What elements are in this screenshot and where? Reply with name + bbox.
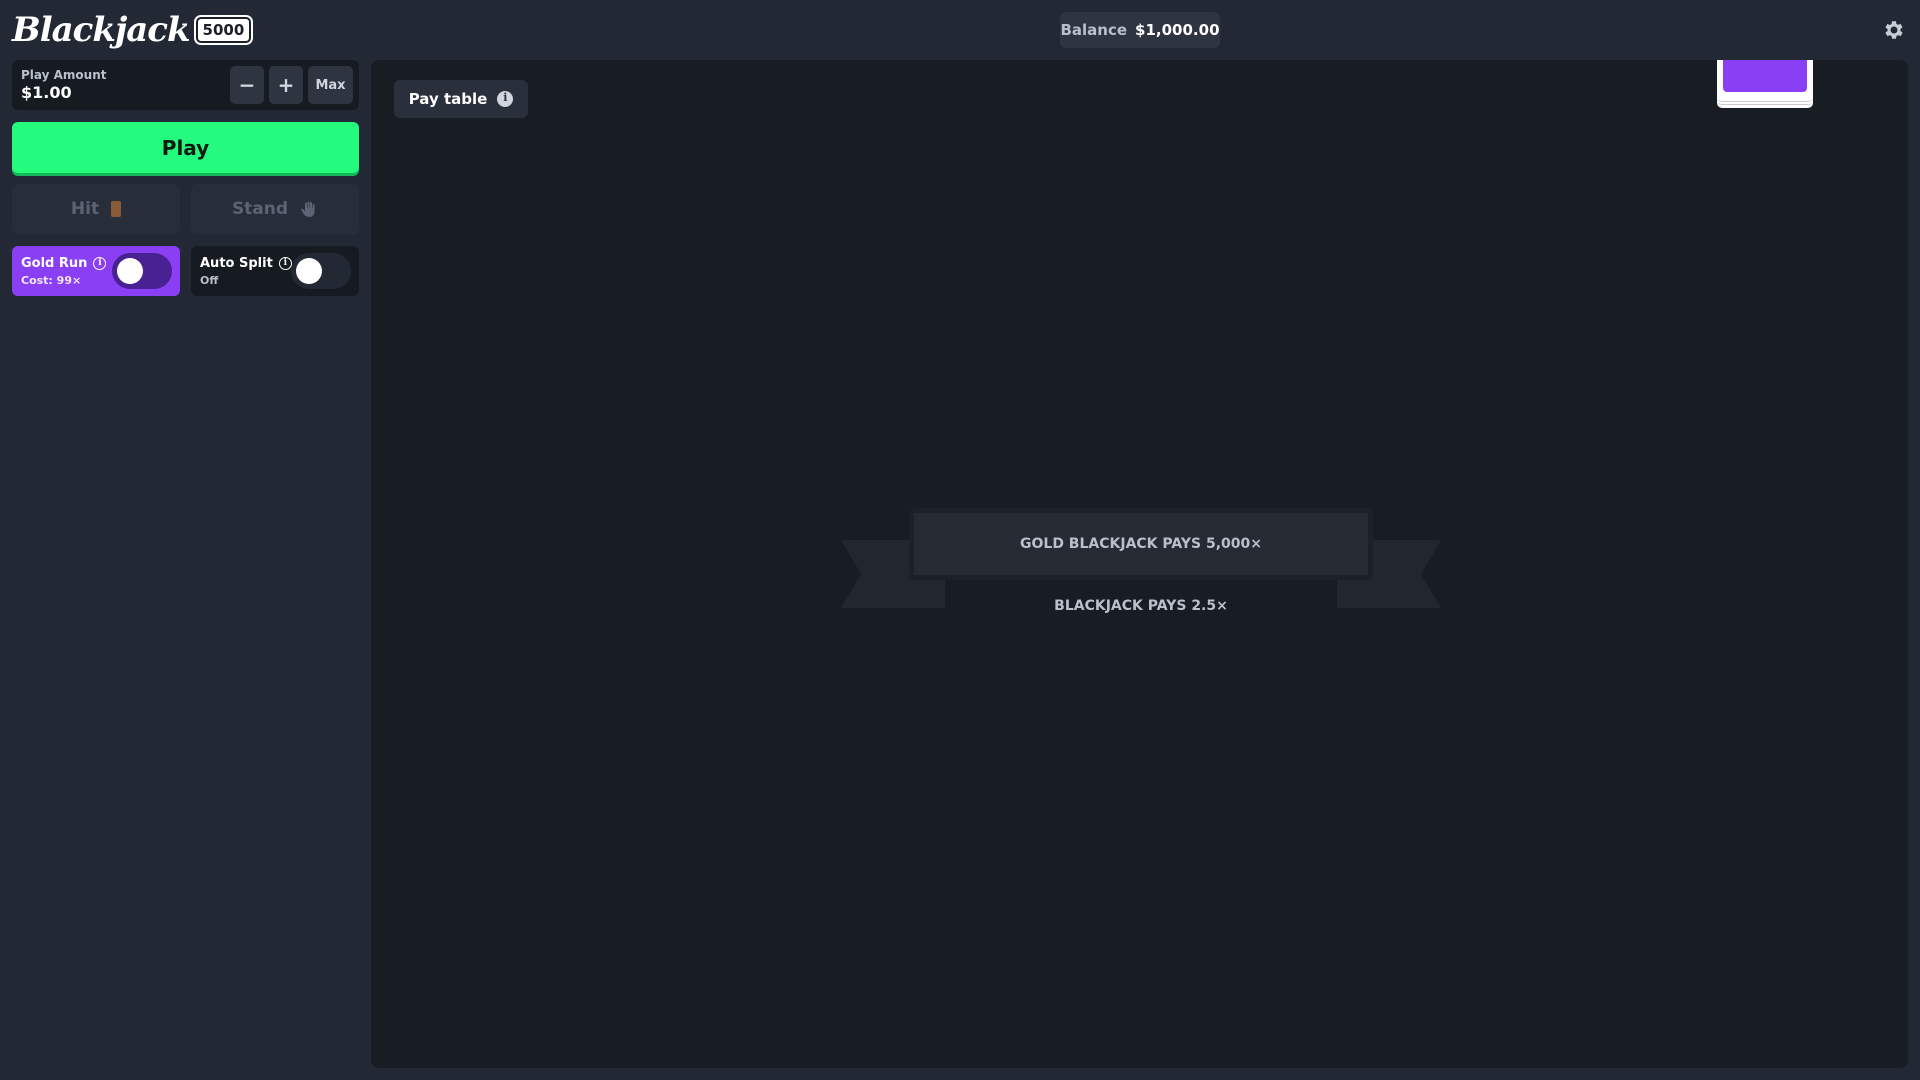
play-amount-label: Play Amount — [21, 68, 107, 82]
gold-run-title: Gold Run — [21, 256, 88, 271]
card-deck — [1717, 60, 1813, 110]
top-bar: Blackjack 5000 Balance $1,000.00 — [0, 0, 1920, 60]
settings-button[interactable] — [1880, 16, 1908, 44]
gold-run-title-row: Gold Run i — [21, 256, 107, 271]
auto-split-toggle[interactable] — [291, 253, 351, 289]
payout-banner: GOLD BLACKJACK PAYS 5,000× BLACKJACK PAY… — [841, 508, 1441, 624]
gold-blackjack-text: GOLD BLACKJACK PAYS 5,000× — [1020, 536, 1262, 552]
gold-run-cost: Cost: 99× — [21, 274, 82, 287]
info-icon: i — [497, 91, 514, 107]
pay-table-label: Pay table — [408, 90, 488, 108]
play-amount-panel: Play Amount $1.00 − + Max — [12, 60, 359, 110]
game-table: Pay table i GOLD BLACKJACK PAYS 5,000× B… — [371, 60, 1908, 1068]
info-icon[interactable]: i — [278, 257, 292, 270]
max-amount-button[interactable]: Max — [308, 66, 353, 104]
card-icon — [111, 201, 122, 217]
gold-run-toggle[interactable] — [112, 253, 172, 289]
pay-table-button[interactable]: Pay table i — [394, 80, 528, 118]
toggle-knob — [296, 258, 322, 284]
balance-display: Balance $1,000.00 — [1060, 12, 1220, 48]
deck-card-back — [1723, 60, 1807, 92]
play-button[interactable]: Play — [12, 122, 359, 173]
logo-badge: 5000 — [195, 17, 252, 43]
auto-split-title: Auto Split — [200, 256, 273, 271]
logo-text: Blackjack — [12, 10, 191, 50]
auto-split-toggle-card: Auto Split i Off — [191, 246, 359, 296]
auto-split-status: Off — [200, 274, 219, 287]
gold-blackjack-ribbon: GOLD BLACKJACK PAYS 5,000× — [909, 508, 1373, 580]
game-logo: Blackjack 5000 — [12, 6, 252, 54]
play-amount-value[interactable]: $1.00 — [21, 83, 72, 102]
blackjack-payout-text: BLACKJACK PAYS 2.5× — [1054, 598, 1228, 614]
hit-button[interactable]: Hit — [12, 184, 180, 234]
stand-label: Stand — [231, 199, 289, 219]
toggle-knob — [117, 258, 143, 284]
balance-value: $1,000.00 — [1135, 21, 1220, 39]
auto-split-title-row: Auto Split i — [200, 256, 292, 271]
hand-icon — [301, 201, 315, 217]
gold-run-toggle-card: Gold Run i Cost: 99× — [12, 246, 180, 296]
decrease-amount-button[interactable]: − — [230, 66, 264, 104]
hit-label: Hit — [70, 199, 100, 219]
increase-amount-button[interactable]: + — [269, 66, 303, 104]
stand-button[interactable]: Stand — [191, 184, 359, 234]
balance-label: Balance — [1060, 21, 1128, 39]
gear-icon — [1885, 21, 1903, 39]
info-icon[interactable]: i — [93, 257, 107, 270]
